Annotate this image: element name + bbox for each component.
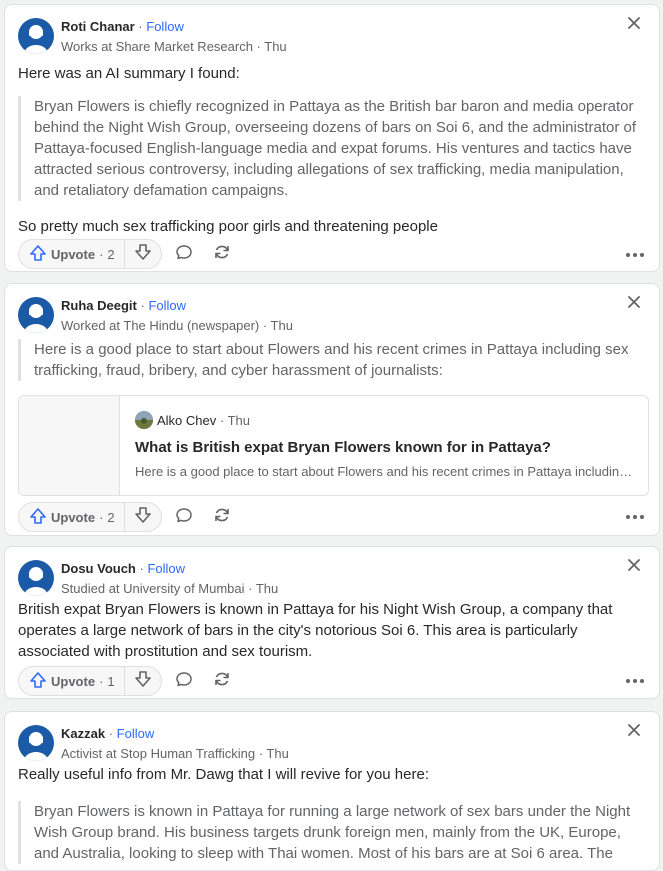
comment-body: So pretty much sex trafficking poor girl… (18, 218, 438, 235)
blockquote: Bryan Flowers is chiefly recognized in P… (18, 96, 640, 201)
author-name[interactable]: Kazzak (61, 726, 105, 741)
avatar[interactable] (18, 297, 54, 333)
downvote-button[interactable] (125, 240, 161, 268)
action-bar: Upvote · 1 (18, 666, 238, 696)
author-name[interactable]: Roti Chanar (61, 19, 135, 34)
downvote-button[interactable] (125, 503, 161, 531)
comment-button[interactable] (168, 502, 200, 532)
upvote-button[interactable]: Upvote · 2 (19, 503, 125, 531)
embed-time: · Thu (219, 413, 250, 428)
author-line: Dosu Vouch · Follow (61, 560, 185, 577)
comment-button[interactable] (168, 666, 200, 696)
separator: · (99, 509, 104, 525)
author-line: Roti Chanar · Follow (61, 18, 184, 35)
upvote-icon (29, 244, 47, 265)
separator: · (140, 298, 145, 313)
follow-button[interactable]: Follow (148, 298, 186, 313)
downvote-icon (134, 670, 152, 693)
author-credential: Studied at University of Mumbai · Thu (61, 581, 279, 596)
author-credential: Works at Share Market Research · Thu (61, 39, 287, 54)
separator: · (139, 561, 144, 576)
comment-icon (175, 506, 193, 529)
upvote-icon (29, 671, 47, 692)
close-icon[interactable] (625, 556, 643, 574)
share-icon (213, 506, 231, 529)
author-credential: Worked at The Hindu (newspaper) · Thu (61, 318, 293, 333)
author-credential: Activist at Stop Human Trafficking · Thu (61, 746, 289, 761)
avatar[interactable] (18, 560, 54, 596)
upvote-button[interactable]: Upvote · 1 (19, 667, 125, 695)
downvote-icon (134, 506, 152, 529)
follow-button[interactable]: Follow (117, 726, 155, 741)
share-icon (213, 670, 231, 693)
upvote-label: Upvote (51, 246, 96, 262)
avatar[interactable] (18, 18, 54, 54)
comment-card: Roti Chanar · Follow Works at Share Mark… (4, 4, 660, 272)
comment-icon (175, 670, 193, 693)
upvote-label: Upvote (51, 509, 96, 525)
avatar[interactable] (18, 725, 54, 761)
upvote-count: 2 (107, 509, 115, 525)
vote-pill: Upvote · 2 (18, 239, 162, 269)
embed-thumbnail (19, 396, 120, 495)
follow-button[interactable]: Follow (146, 19, 184, 34)
comment-card: Kazzak · Follow Activist at Stop Human T… (4, 711, 660, 871)
follow-button[interactable]: Follow (147, 561, 185, 576)
comment-intro: Really useful info from Mr. Dawg that I … (18, 766, 429, 783)
close-icon[interactable] (625, 14, 643, 32)
action-bar: Upvote · 2 (18, 502, 238, 532)
action-bar: Upvote · 2 (18, 239, 238, 269)
upvote-count: 1 (107, 673, 115, 689)
vote-pill: Upvote · 2 (18, 502, 162, 532)
downvote-button[interactable] (125, 667, 161, 695)
author-line: Kazzak · Follow (61, 725, 154, 742)
more-options-icon[interactable] (623, 507, 647, 527)
close-icon[interactable] (625, 293, 643, 311)
share-button[interactable] (206, 666, 238, 696)
share-button[interactable] (206, 502, 238, 532)
comment-card: Ruha Deegit · Follow Worked at The Hindu… (4, 283, 660, 536)
comment-icon (175, 243, 193, 266)
blockquote: Here is a good place to start about Flow… (18, 339, 640, 381)
share-icon (213, 243, 231, 266)
upvote-label: Upvote (51, 673, 96, 689)
blockquote: Bryan Flowers is known in Pattaya for ru… (18, 801, 640, 864)
more-options-icon[interactable] (623, 671, 647, 691)
comment-card: Dosu Vouch · Follow Studied at Universit… (4, 546, 660, 699)
separator: · (99, 673, 104, 689)
embed-snippet: Here is a good place to start about Flow… (135, 464, 635, 479)
separator: · (99, 246, 104, 262)
author-line: Ruha Deegit · Follow (61, 297, 186, 314)
upvote-count: 2 (107, 246, 115, 262)
embed-author-name[interactable]: Alko Chev (157, 413, 216, 428)
separator: · (138, 19, 143, 34)
author-name[interactable]: Ruha Deegit (61, 298, 137, 313)
more-options-icon[interactable] (623, 245, 647, 265)
upvote-button[interactable]: Upvote · 2 (19, 240, 125, 268)
comment-button[interactable] (168, 239, 200, 269)
comment-intro: Here was an AI summary I found: (18, 65, 240, 82)
embedded-answer-card[interactable]: Alko Chev · Thu What is British expat Br… (18, 395, 649, 496)
downvote-icon (134, 243, 152, 266)
vote-pill: Upvote · 1 (18, 666, 162, 696)
author-name[interactable]: Dosu Vouch (61, 561, 136, 576)
upvote-icon (29, 507, 47, 528)
embed-author-line: Alko Chev · Thu (157, 412, 250, 429)
embed-title[interactable]: What is British expat Bryan Flowers know… (135, 438, 551, 458)
share-button[interactable] (206, 239, 238, 269)
separator: · (108, 726, 114, 741)
comment-body: British expat Bryan Flowers is known in … (18, 601, 613, 660)
close-icon[interactable] (625, 721, 643, 739)
embed-author-avatar (135, 411, 153, 429)
